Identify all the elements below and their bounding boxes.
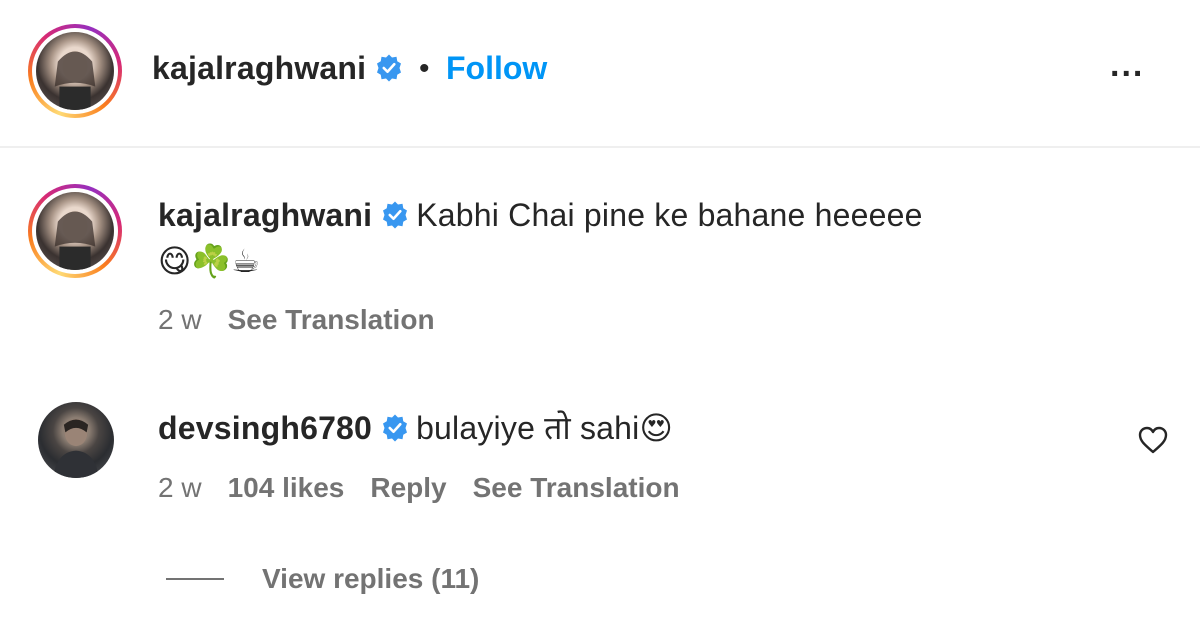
commenter-username[interactable]: devsingh6780	[158, 410, 372, 446]
post-header: kajalraghwani • Follow ...	[0, 0, 1200, 148]
comment-time: 2 w	[158, 472, 202, 503]
reply-button[interactable]: Reply	[370, 472, 446, 503]
comment-text: bulayiye तो sahi😍	[416, 410, 674, 446]
view-replies-button[interactable]: View replies (11)	[166, 562, 479, 596]
comment-likes[interactable]: 104 likes	[228, 472, 345, 503]
verified-badge-icon	[383, 201, 408, 229]
separator-dot: •	[419, 52, 430, 85]
avatar-photo	[36, 192, 114, 270]
heart-icon[interactable]	[1137, 424, 1169, 456]
comment-see-translation-link[interactable]: See Translation	[473, 472, 680, 503]
caption-text: Kabhi Chai pine ke bahane heeeee	[416, 197, 923, 233]
verified-badge-icon	[383, 414, 408, 442]
replies-divider	[166, 578, 224, 580]
commenter-avatar[interactable]	[38, 402, 114, 478]
more-options-icon[interactable]: ...	[1110, 46, 1144, 85]
follow-button[interactable]: Follow	[446, 50, 547, 87]
caption-username[interactable]: kajalraghwani	[158, 197, 372, 233]
caption-meta: 2 w See Translation	[158, 304, 461, 336]
see-translation-link[interactable]: See Translation	[228, 304, 435, 335]
caption-emoji: 😋☘️☕	[158, 242, 260, 280]
post-username[interactable]: kajalraghwani	[152, 50, 404, 87]
profile-avatar[interactable]	[28, 24, 122, 118]
verified-badge-icon	[377, 54, 402, 82]
view-replies-label: View replies (11)	[262, 563, 480, 594]
caption-avatar[interactable]	[28, 184, 122, 278]
caption-line: kajalraghwani Kabhi Chai pine ke bahane h…	[158, 197, 923, 234]
caption-time: 2 w	[158, 304, 202, 335]
avatar-photo	[36, 32, 114, 110]
comment-meta: 2 w 104 likes Reply See Translation	[158, 472, 706, 504]
comment-line: devsingh6780 bulayiye तो sahi😍	[158, 406, 673, 449]
